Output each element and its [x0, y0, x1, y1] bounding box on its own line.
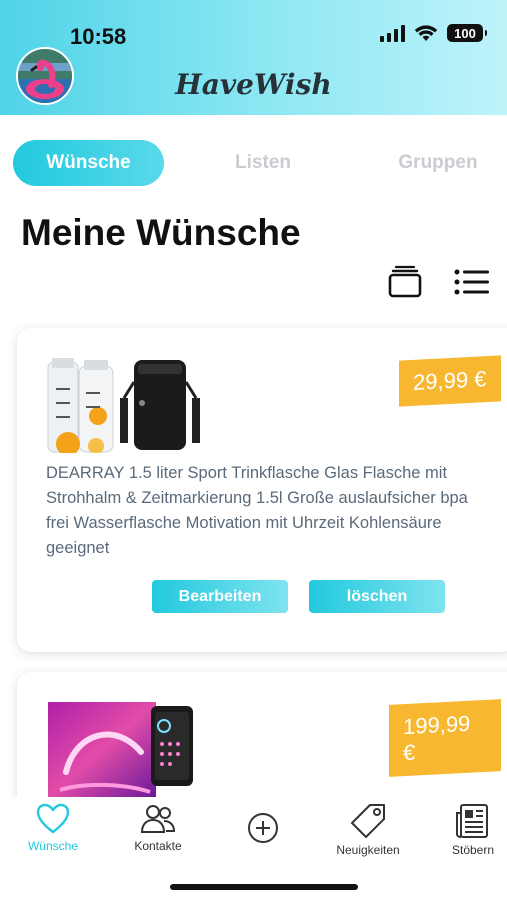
battery-icon: 100	[447, 24, 487, 42]
tab-bar: Wünsche Listen Gruppen	[13, 140, 507, 186]
people-icon	[140, 805, 176, 833]
nav-item-add[interactable]	[218, 811, 308, 849]
product-image	[48, 702, 193, 797]
home-indicator	[170, 884, 358, 890]
list-view-icon[interactable]	[453, 267, 491, 297]
heart-icon	[36, 803, 70, 834]
edit-button[interactable]: Bearbeiten	[152, 580, 288, 613]
plus-circle-icon	[248, 813, 278, 843]
wifi-icon	[414, 25, 438, 41]
nav-item-neuigkeiten[interactable]: Neuigkeiten	[323, 803, 413, 857]
nav-item-kontakte[interactable]: Kontakte	[113, 803, 203, 853]
nav-label: Kontakte	[134, 839, 182, 853]
cellular-signal-icon	[380, 24, 405, 42]
tab-wuensche[interactable]: Wünsche	[13, 140, 164, 186]
tab-gruppen[interactable]: Gruppen	[373, 140, 503, 186]
status-time: 10:58	[70, 24, 127, 49]
price-tag: 199,99 €	[389, 699, 501, 777]
delete-button[interactable]: löschen	[309, 580, 445, 613]
tag-icon	[351, 804, 385, 838]
tab-listen[interactable]: Listen	[198, 140, 328, 186]
wish-card[interactable]: 29,99 € DEARRAY 1.5 liter Sport Trinkfla…	[17, 328, 507, 652]
product-image	[46, 358, 201, 453]
newspaper-icon	[456, 804, 488, 838]
card-view-icon[interactable]	[387, 264, 423, 300]
nav-label: Wünsche	[27, 839, 79, 853]
price-tag: 29,99 €	[399, 355, 501, 407]
status-icons: 100	[380, 24, 487, 42]
wish-description: DEARRAY 1.5 liter Sport Trinkflasche Gla…	[46, 464, 468, 557]
nav-label: Neuigkeiten	[336, 843, 400, 857]
nav-item-wuensche[interactable]: Wünsche	[8, 803, 98, 853]
battery-level: 100	[454, 25, 476, 41]
app-title: HaveWish	[175, 68, 332, 101]
nav-label: Stöbern	[451, 843, 495, 857]
nav-item-stoebern[interactable]: Stöbern	[428, 803, 507, 857]
page-title: Meine Wünsche	[21, 212, 301, 253]
view-toggle	[387, 264, 507, 302]
app-header: 10:58 100 HaveWish	[0, 0, 507, 115]
